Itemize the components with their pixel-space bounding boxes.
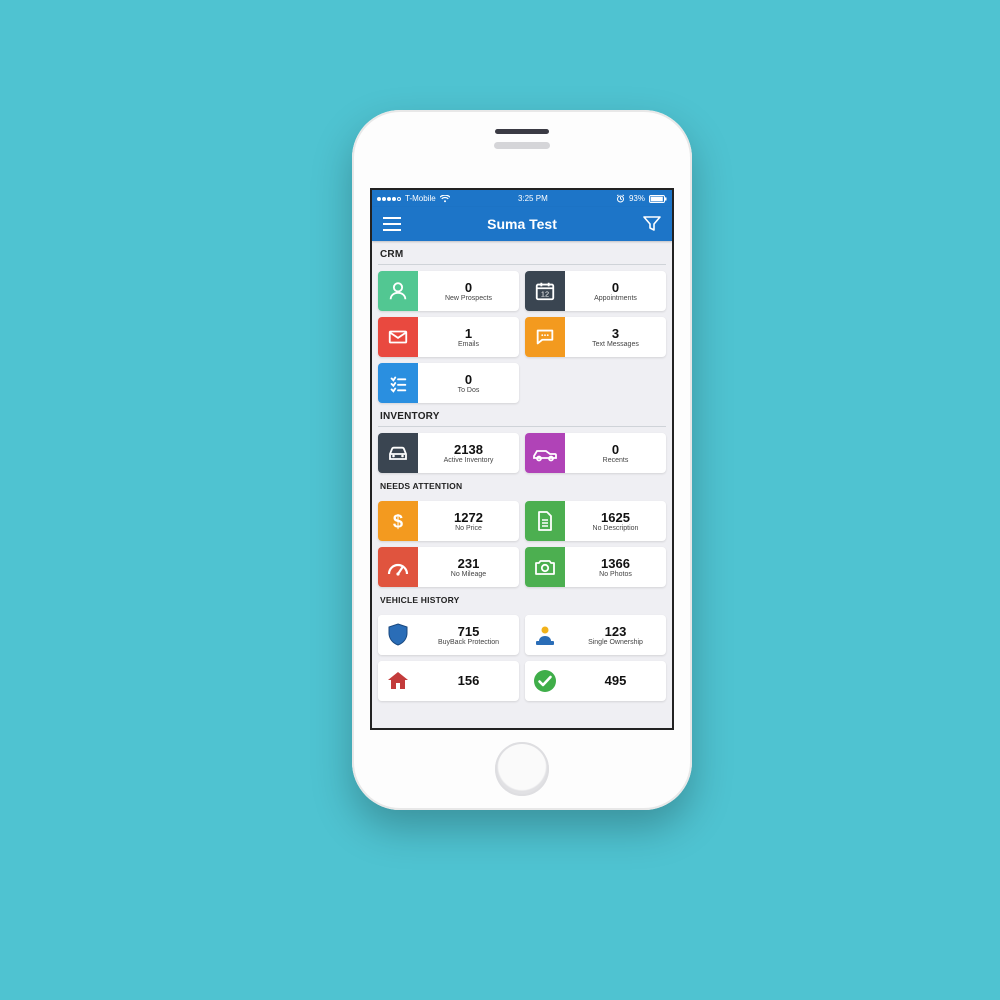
screen: T-Mobile 3:25 PM 93% Suma Test	[370, 188, 674, 730]
history-tile-owner[interactable]: 123Single Ownership	[525, 615, 666, 655]
tile-label: Active Inventory	[444, 457, 494, 464]
tile-label: New Prospects	[445, 295, 492, 302]
calendar-icon: 12	[525, 271, 565, 311]
history-tile-shield[interactable]: 715BuyBack Protection	[378, 615, 519, 655]
todo-icon	[378, 363, 418, 403]
tile-value: 231	[458, 557, 480, 570]
tile-value: 1	[465, 327, 472, 340]
battery-icon	[649, 195, 667, 203]
tile-value: 495	[605, 674, 627, 687]
tile-label: Text Messages	[592, 341, 639, 348]
owner-icon	[525, 615, 565, 655]
crm-tile-mail[interactable]: 1Emails	[378, 317, 519, 357]
battery-pct: 93%	[629, 194, 645, 203]
tile-value: 1272	[454, 511, 483, 524]
phone-frame: T-Mobile 3:25 PM 93% Suma Test	[352, 110, 692, 810]
history-tile-house[interactable]: 156	[378, 661, 519, 701]
tile-value: 123	[605, 625, 627, 638]
tile-value: 0	[612, 443, 619, 456]
status-bar: T-Mobile 3:25 PM 93%	[372, 190, 672, 207]
chat-icon	[525, 317, 565, 357]
crm-tile-chat[interactable]: 3Text Messages	[525, 317, 666, 357]
house-icon	[378, 661, 418, 701]
inventory-tile-car[interactable]: 2138Active Inventory	[378, 433, 519, 473]
carside-icon	[525, 433, 565, 473]
gauge-icon	[378, 547, 418, 587]
tile-label: To Dos	[458, 387, 480, 394]
tile-value: 0	[465, 281, 472, 294]
tile-label: No Price	[455, 525, 482, 532]
tile-label: Emails	[458, 341, 479, 348]
needs-tile-camera[interactable]: 1366No Photos	[525, 547, 666, 587]
needs-tile-dollar[interactable]: $1272No Price	[378, 501, 519, 541]
svg-text:$: $	[393, 510, 403, 531]
history-tile-check[interactable]: 495	[525, 661, 666, 701]
crm-tile-calendar[interactable]: 12 0Appointments	[525, 271, 666, 311]
mail-icon	[378, 317, 418, 357]
menu-button[interactable]	[382, 214, 402, 234]
shield-icon	[378, 615, 418, 655]
nav-bar: Suma Test	[372, 207, 672, 241]
dollar-icon: $	[378, 501, 418, 541]
page-title: Suma Test	[402, 216, 642, 232]
signal-dots-icon	[377, 197, 401, 201]
tile-label: Recents	[603, 457, 629, 464]
carrier-label: T-Mobile	[405, 194, 436, 203]
alarm-icon	[616, 194, 625, 203]
tile-label: No Description	[593, 525, 639, 532]
doc-icon	[525, 501, 565, 541]
tile-value: 715	[458, 625, 480, 638]
tile-value: 0	[612, 281, 619, 294]
tile-value: 1625	[601, 511, 630, 524]
check-icon	[525, 661, 565, 701]
crm-tile-person[interactable]: 0New Prospects	[378, 271, 519, 311]
section-crm: CRM	[378, 241, 666, 265]
tile-label: BuyBack Protection	[438, 639, 499, 646]
person-icon	[378, 271, 418, 311]
needs-tile-doc[interactable]: 1625No Description	[525, 501, 666, 541]
wifi-icon	[440, 195, 450, 203]
svg-text:12: 12	[541, 290, 549, 299]
tile-value: 1366	[601, 557, 630, 570]
dashboard: CRM 0New Prospects120Appointments1Emails…	[372, 241, 672, 728]
tile-label: No Mileage	[451, 571, 486, 578]
section-history: VEHICLE HISTORY	[378, 587, 666, 609]
tile-value: 0	[465, 373, 472, 386]
inventory-tile-carside[interactable]: 0Recents	[525, 433, 666, 473]
tile-label: No Photos	[599, 571, 632, 578]
tile-value: 3	[612, 327, 619, 340]
home-button[interactable]	[495, 742, 549, 796]
needs-tile-gauge[interactable]: 231No Mileage	[378, 547, 519, 587]
camera-icon	[525, 547, 565, 587]
crm-tile-todo[interactable]: 0To Dos	[378, 363, 519, 403]
tile-label: Single Ownership	[588, 639, 643, 646]
tile-value: 156	[458, 674, 480, 687]
tile-label: Appointments	[594, 295, 637, 302]
clock: 3:25 PM	[518, 194, 548, 203]
section-inventory: INVENTORY	[378, 403, 666, 427]
filter-button[interactable]	[642, 214, 662, 234]
section-needs: NEEDS ATTENTION	[378, 473, 666, 495]
car-icon	[378, 433, 418, 473]
tile-value: 2138	[454, 443, 483, 456]
